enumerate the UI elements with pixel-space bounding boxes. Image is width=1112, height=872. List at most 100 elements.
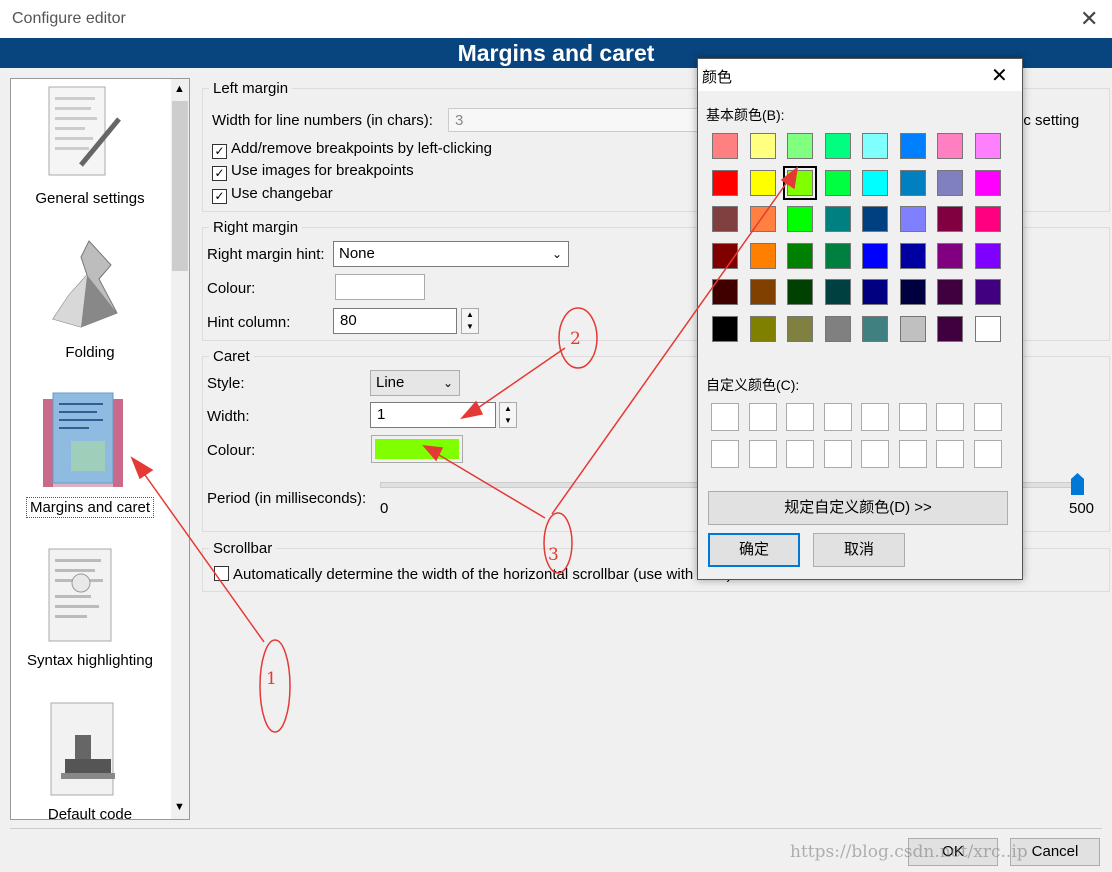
- color-swatch[interactable]: [862, 279, 888, 305]
- color-swatch[interactable]: [862, 242, 888, 269]
- color-swatch[interactable]: [937, 242, 963, 269]
- color-swatch[interactable]: [862, 206, 888, 232]
- sidebar-item-syntax-highlighting[interactable]: Syntax highlighting: [11, 541, 169, 691]
- sidebar-item-margins-and-caret[interactable]: Margins and caret: [11, 387, 169, 537]
- color-swatch[interactable]: [899, 242, 926, 269]
- color-swatch[interactable]: [712, 279, 738, 305]
- color-swatch[interactable]: [749, 206, 776, 232]
- close-icon[interactable]: ✕: [991, 63, 1008, 88]
- right-margin-colour-button[interactable]: [335, 274, 425, 300]
- breakpoints-checkbox-row[interactable]: ✓ Add/remove breakpoints by left-clicking: [212, 140, 492, 159]
- color-swatch[interactable]: [824, 279, 851, 305]
- auto-scrollbar-checkbox-row[interactable]: Automatically determine the width of the…: [214, 566, 732, 583]
- color-swatch[interactable]: [749, 169, 776, 196]
- define-custom-colors-button[interactable]: 规定自定义颜色(D) >>: [708, 491, 1008, 525]
- custom-color-slot[interactable]: [711, 403, 739, 431]
- color-swatch[interactable]: [937, 169, 963, 196]
- color-swatch[interactable]: [749, 242, 776, 269]
- color-swatch[interactable]: [749, 279, 776, 305]
- caret-style-select[interactable]: Line ⌄: [370, 370, 460, 396]
- color-swatch[interactable]: [824, 242, 851, 269]
- color-swatch[interactable]: [712, 169, 738, 196]
- color-swatch[interactable]: [712, 242, 738, 269]
- custom-color-slot[interactable]: [898, 440, 927, 468]
- color-swatch[interactable]: [787, 206, 813, 232]
- color-swatch[interactable]: [974, 169, 1001, 196]
- checkbox[interactable]: ✓: [212, 189, 227, 204]
- caret-colour-button[interactable]: [371, 435, 463, 463]
- chevron-down-icon[interactable]: ▼: [174, 801, 185, 813]
- color-swatch[interactable]: [787, 279, 813, 305]
- color-swatch[interactable]: [974, 279, 1001, 305]
- color-ok-button[interactable]: 确定: [708, 533, 800, 567]
- custom-color-slot[interactable]: [823, 403, 852, 431]
- changebar-checkbox-row[interactable]: ✓ Use changebar: [212, 185, 333, 204]
- custom-color-slot[interactable]: [861, 440, 889, 468]
- custom-color-slot[interactable]: [711, 440, 739, 468]
- sidebar-item-default-code[interactable]: Default code: [11, 695, 169, 819]
- color-swatch[interactable]: [787, 133, 813, 159]
- color-swatch[interactable]: [749, 315, 776, 342]
- custom-color-slot[interactable]: [786, 440, 814, 468]
- breakpoint-images-checkbox-row[interactable]: ✓ Use images for breakpoints: [212, 162, 414, 181]
- right-margin-hint-select[interactable]: None ⌄: [333, 241, 569, 267]
- custom-color-slot[interactable]: [748, 403, 777, 431]
- color-swatch[interactable]: [712, 315, 738, 342]
- color-swatch[interactable]: [899, 169, 926, 196]
- custom-color-slot[interactable]: [936, 440, 964, 468]
- group-legend: Left margin: [213, 80, 289, 97]
- custom-color-slot[interactable]: [861, 403, 889, 431]
- checkbox[interactable]: ✓: [212, 144, 227, 159]
- color-swatch[interactable]: [862, 315, 888, 342]
- checkbox[interactable]: ✓: [212, 166, 227, 181]
- sidebar-scrollbar[interactable]: ▲ ▼: [171, 79, 189, 819]
- custom-color-slot[interactable]: [898, 403, 927, 431]
- color-swatch[interactable]: [783, 165, 817, 200]
- custom-color-slot[interactable]: [973, 440, 1002, 468]
- scrollbar-thumb[interactable]: [172, 101, 188, 271]
- custom-color-slot[interactable]: [973, 403, 1002, 431]
- chevron-up-icon[interactable]: ▲: [174, 83, 185, 95]
- color-swatch[interactable]: [899, 279, 926, 305]
- period-slider-thumb[interactable]: [1071, 473, 1084, 495]
- color-swatch[interactable]: [787, 315, 813, 342]
- color-swatch[interactable]: [712, 133, 738, 159]
- color-swatch[interactable]: [824, 315, 851, 342]
- color-swatch[interactable]: [712, 206, 738, 232]
- caret-width-spinner[interactable]: ▲ ▼: [499, 402, 517, 428]
- color-swatch[interactable]: [787, 242, 813, 269]
- sidebar-item-label: Margins and caret: [25, 497, 155, 518]
- color-swatch[interactable]: [824, 133, 851, 159]
- color-swatch[interactable]: [974, 315, 1001, 342]
- window-close-button[interactable]: ✕: [1080, 6, 1098, 32]
- color-swatch[interactable]: [862, 133, 888, 159]
- color-swatch[interactable]: [824, 169, 851, 196]
- color-swatch[interactable]: [899, 133, 926, 159]
- custom-color-slot[interactable]: [823, 440, 852, 468]
- checkbox[interactable]: [214, 566, 229, 581]
- custom-color-slot[interactable]: [748, 440, 777, 468]
- color-swatch[interactable]: [824, 206, 851, 232]
- sidebar-item-general-settings[interactable]: General settings: [11, 79, 169, 229]
- color-swatch[interactable]: [899, 206, 926, 232]
- hint-column-spinner[interactable]: ▲ ▼: [461, 308, 479, 334]
- custom-color-slot[interactable]: [786, 403, 814, 431]
- footer-divider: [10, 828, 1102, 829]
- color-swatch[interactable]: [937, 206, 963, 232]
- color-swatch[interactable]: [974, 133, 1001, 159]
- caret-width-input[interactable]: 1: [370, 402, 496, 428]
- color-cancel-button[interactable]: 取消: [813, 533, 905, 567]
- color-swatch[interactable]: [937, 133, 963, 159]
- line-numbers-input[interactable]: 3: [448, 108, 708, 132]
- color-swatch[interactable]: [974, 242, 1001, 269]
- sidebar-item-folding[interactable]: Folding: [11, 233, 169, 383]
- right-margin-hint-label: Right margin hint:: [207, 246, 325, 263]
- color-swatch[interactable]: [749, 133, 776, 159]
- hint-column-input[interactable]: 80: [333, 308, 457, 334]
- color-swatch[interactable]: [937, 315, 963, 342]
- custom-color-slot[interactable]: [936, 403, 964, 431]
- color-swatch[interactable]: [862, 169, 888, 196]
- color-swatch[interactable]: [899, 315, 926, 342]
- color-swatch[interactable]: [937, 279, 963, 305]
- color-swatch[interactable]: [974, 206, 1001, 232]
